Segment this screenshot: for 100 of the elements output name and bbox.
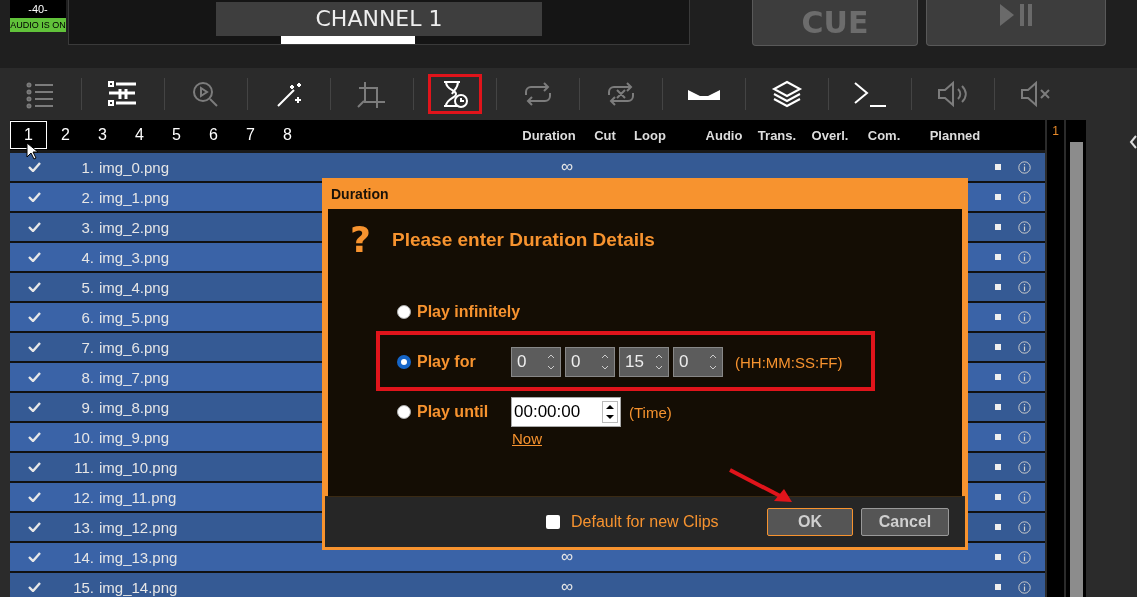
clip-name: img_10.png <box>99 458 178 476</box>
column-header: Duration <box>521 127 577 143</box>
column-header: Com. <box>866 127 902 143</box>
square-icon <box>995 494 1002 500</box>
duration-value: ∞ <box>560 577 574 596</box>
side-counter: 1 <box>1051 123 1060 138</box>
cursor-icon <box>26 142 38 160</box>
clip-number: 10. <box>72 428 94 446</box>
info-icon[interactable] <box>1017 460 1031 474</box>
info-icon[interactable] <box>1017 280 1031 294</box>
checkbox-label: Default for new Clips <box>571 513 720 531</box>
clip-name: img_2.png <box>99 218 170 236</box>
time-hint: (Time) <box>629 403 672 421</box>
square-icon <box>995 224 1002 230</box>
tab[interactable]: 6 <box>195 121 232 149</box>
clip-name: img_0.png <box>99 158 170 176</box>
format-hint: (HH:MM:SS:FF) <box>735 353 843 371</box>
tab[interactable]: 7 <box>232 121 269 149</box>
clip-number: 11. <box>73 458 94 476</box>
clip-name: img_13.png <box>99 548 178 566</box>
option-label: Play until <box>417 402 490 422</box>
cancel-button[interactable]: Cancel <box>861 508 949 536</box>
clip-name: img_1.png <box>99 188 170 206</box>
tab[interactable]: 1 <box>10 121 47 149</box>
info-icon[interactable] <box>1017 430 1031 444</box>
info-icon[interactable] <box>1017 580 1031 594</box>
clip-name: img_6.png <box>99 338 170 356</box>
square-icon <box>995 344 1002 350</box>
info-icon[interactable] <box>1017 310 1031 324</box>
clip-name: img_8.png <box>99 398 170 416</box>
clip-name: img_9.png <box>99 428 170 446</box>
duration-value: ∞ <box>560 547 574 566</box>
tab[interactable]: 4 <box>121 121 158 149</box>
number-spinner[interactable]: 0 <box>673 347 723 377</box>
clip-number: 12. <box>72 488 94 506</box>
column-header: Loop <box>633 127 667 143</box>
info-icon[interactable] <box>1017 550 1031 564</box>
clip-name: img_3.png <box>99 248 170 266</box>
clip-name: img_7.png <box>99 368 170 386</box>
spin-arrows-icon[interactable] <box>602 401 618 423</box>
square-icon <box>995 164 1002 170</box>
info-icon[interactable] <box>1017 340 1031 354</box>
info-icon[interactable] <box>1017 400 1031 414</box>
clip-name: img_11.png <box>99 488 177 506</box>
number-spinner[interactable]: 15 <box>619 347 669 377</box>
option-label: Play infinitely <box>417 302 521 322</box>
column-header: Planned <box>928 127 982 143</box>
duration-value: ∞ <box>560 157 574 176</box>
column-header: Cut <box>593 127 617 143</box>
tab[interactable]: 3 <box>84 121 121 149</box>
chevron-left-icon[interactable] <box>1129 134 1137 150</box>
meter-reading: -40- <box>27 2 49 17</box>
ok-button[interactable]: OK <box>767 508 853 536</box>
number-spinner[interactable]: 0 <box>565 347 615 377</box>
info-icon[interactable] <box>1017 190 1031 204</box>
tab[interactable]: 5 <box>158 121 195 149</box>
clip-number: 1. <box>80 158 94 176</box>
now-link[interactable]: Now <box>512 430 542 447</box>
clip-name: img_14.png <box>99 578 178 596</box>
radio-button[interactable] <box>397 305 411 319</box>
channel-name: CHANNEL 1 <box>216 2 542 36</box>
square-icon <box>995 194 1002 200</box>
info-icon[interactable] <box>1017 220 1031 234</box>
info-icon[interactable] <box>1017 370 1031 384</box>
hourglass-icon[interactable] <box>428 74 482 114</box>
info-icon[interactable] <box>1017 250 1031 264</box>
clip-name: img_4.png <box>99 278 170 296</box>
info-icon[interactable] <box>1017 160 1031 174</box>
clip-row[interactable]: 1. img_0.png ∞ <box>10 153 1046 183</box>
dialog-heading: Please enter Duration Details <box>392 228 655 251</box>
number-spinner[interactable]: 0 <box>511 347 561 377</box>
square-icon <box>995 314 1002 320</box>
tab[interactable]: 8 <box>269 121 306 149</box>
square-icon <box>995 254 1002 260</box>
audio-status: AUDIO IS ON <box>10 18 66 32</box>
tab[interactable]: 2 <box>47 121 84 149</box>
info-icon[interactable] <box>1017 490 1031 504</box>
question-icon: ? <box>350 219 392 260</box>
info-icon[interactable] <box>1017 520 1031 534</box>
square-icon <box>995 284 1002 290</box>
radio-button[interactable] <box>397 355 411 369</box>
clip-number: 7. <box>80 338 94 356</box>
clip-row[interactable]: 15. img_14.png ∞ <box>10 573 1046 597</box>
time-field[interactable]: 00:00:00 <box>511 397 621 427</box>
scrollbar[interactable] <box>1066 120 1086 597</box>
clip-number: 13. <box>72 518 94 536</box>
arrow <box>728 468 794 504</box>
square-icon <box>995 374 1002 380</box>
square-icon <box>995 464 1002 470</box>
checkbox[interactable] <box>546 515 560 529</box>
column-header: Audio <box>704 127 744 143</box>
radio-button[interactable] <box>397 405 411 419</box>
clip-number: 5. <box>80 278 94 296</box>
dialog-title: Duration <box>325 181 965 209</box>
square-icon <box>995 434 1002 440</box>
clip-number: 15. <box>72 578 94 596</box>
clip-number: 2. <box>80 188 94 206</box>
clip-number: 14. <box>72 548 94 566</box>
square-icon <box>995 584 1002 590</box>
clip-number: 8. <box>80 368 94 386</box>
